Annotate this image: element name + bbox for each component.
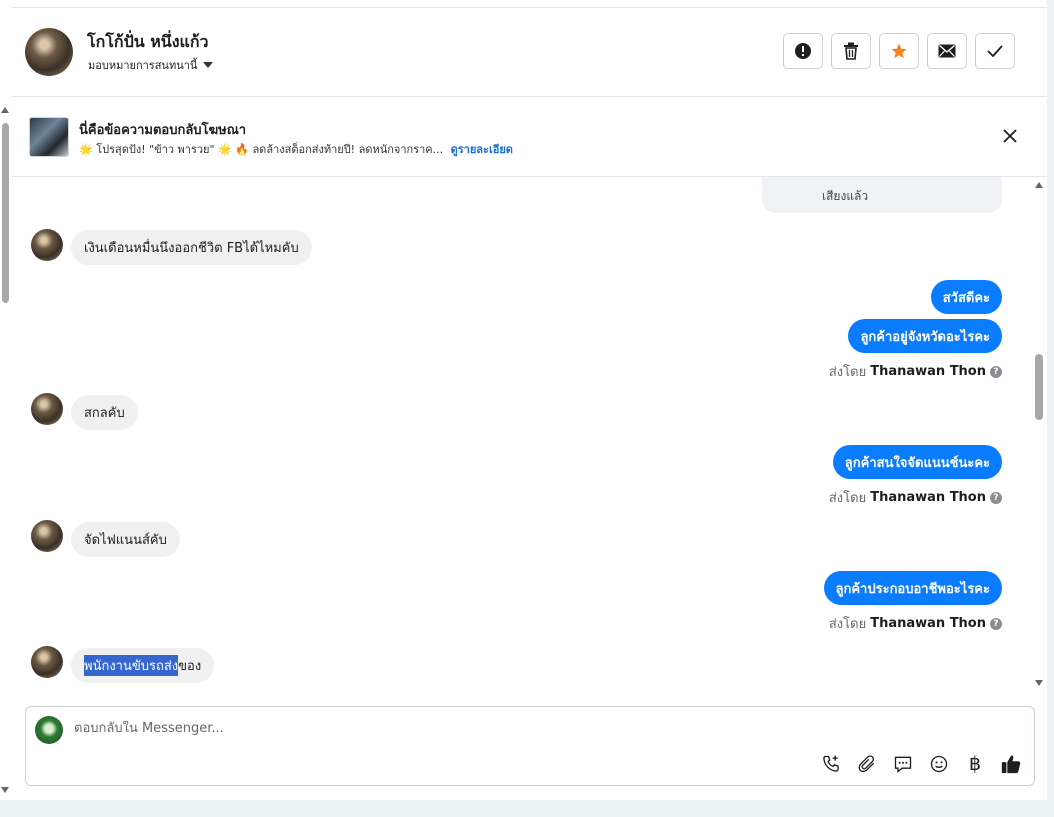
- like-button[interactable]: [1000, 753, 1022, 775]
- reply-input[interactable]: [74, 721, 674, 736]
- message-scrollbar-thumb[interactable]: [1035, 354, 1043, 420]
- spam-icon: [795, 43, 811, 59]
- contact-name[interactable]: โกโก้ปั่น หนึ่งแก้ว: [87, 30, 209, 55]
- sent-by-prefix: ส่งโดย: [828, 365, 867, 380]
- incoming-message: เงินเดือนหมื่นนึงออกชีวิต FBได้ไหมคับ: [71, 230, 312, 265]
- contact-avatar-small: [31, 646, 63, 678]
- scroll-down-icon[interactable]: [1, 787, 9, 793]
- scroll-down-icon[interactable]: [1035, 680, 1043, 686]
- assign-dropdown[interactable]: มอบหมายการสนทนานี้: [88, 56, 214, 74]
- outgoing-message: ลูกค้าสนใจจัดแนนช์นะคะ: [832, 445, 1002, 479]
- top-strip: [12, 0, 1047, 8]
- baht-icon: ฿: [968, 753, 982, 775]
- sent-by-name: Thanawan Thon: [870, 490, 986, 505]
- close-banner-button[interactable]: [1001, 127, 1019, 145]
- caret-down-icon: [203, 62, 214, 68]
- sent-by-label: ส่งโดย Thanawan Thon ?: [829, 487, 1002, 508]
- ad-description: 🌟 โปรสุดปัง! "ข้าว พารวย" 🌟 🔥 ลดล้างสต็อ…: [79, 140, 513, 158]
- contact-avatar-small: [31, 393, 63, 425]
- selected-text: พนักงานขับรถส่ง: [84, 655, 179, 676]
- outgoing-message: ลูกค้าอยู่จังหวัดอะไรคะ: [848, 319, 1002, 353]
- outgoing-message: สวัสดีคะ: [930, 280, 1002, 314]
- ad-description-text: 🌟 โปรสุดปัง! "ข้าว พารวย" 🌟 🔥 ลดล้างสต็อ…: [79, 143, 444, 156]
- envelope-icon: [938, 44, 956, 58]
- ad-reply-banner: นี่คือข้อความตอบกลับโฆษณา 🌟 โปรสุดปัง! "…: [12, 97, 1047, 177]
- scroll-up-icon[interactable]: [1, 107, 9, 113]
- message-text: ของ: [178, 659, 202, 674]
- previous-message-text: เสียงแล้ว: [822, 189, 869, 203]
- call-button[interactable]: [820, 753, 842, 775]
- sent-by-name: Thanawan Thon: [870, 364, 986, 379]
- page-scrollbar[interactable]: [0, 103, 10, 800]
- ad-details-link[interactable]: ดูรายละเอียด: [451, 143, 513, 156]
- previous-message-bubble: เสียงแล้ว: [762, 177, 1002, 213]
- star-button[interactable]: [879, 33, 919, 69]
- header-actions: [783, 33, 1015, 69]
- contact-avatar-small: [31, 520, 63, 552]
- conversation-panel: โกโก้ปั่น หนึ่งแก้ว มอบหมายการสนทนานี้ น…: [0, 0, 1047, 800]
- help-icon[interactable]: ?: [990, 365, 1002, 378]
- emoji-icon: [930, 755, 948, 773]
- mark-spam-button[interactable]: [783, 33, 823, 69]
- mark-unread-button[interactable]: [927, 33, 967, 69]
- composer-tools: ฿: [820, 753, 1022, 775]
- help-icon[interactable]: ?: [990, 617, 1002, 630]
- emoji-button[interactable]: [928, 753, 950, 775]
- check-icon: [987, 45, 1003, 57]
- saved-replies-button[interactable]: [892, 753, 914, 775]
- star-icon: [891, 43, 907, 59]
- ad-title: นี่คือข้อความตอบกลับโฆษณา: [79, 123, 247, 138]
- page-avatar: [35, 716, 63, 744]
- close-icon: [1003, 129, 1017, 143]
- help-icon[interactable]: ?: [990, 491, 1002, 504]
- incoming-message: พนักงานขับรถส่ง ของ: [71, 648, 215, 683]
- phone-plus-icon: [823, 755, 839, 772]
- chat-bubble-icon: [894, 756, 912, 773]
- sent-by-prefix: ส่งโดย: [828, 617, 867, 632]
- sent-by-label: ส่งโดย Thanawan Thon ?: [829, 361, 1002, 382]
- mark-done-button[interactable]: [975, 33, 1015, 69]
- reply-composer: ฿: [25, 706, 1035, 786]
- conversation-header: โกโก้ปั่น หนึ่งแก้ว มอบหมายการสนทนานี้: [12, 8, 1047, 97]
- contact-avatar[interactable]: [25, 28, 73, 76]
- sent-by-name: Thanawan Thon: [870, 616, 986, 631]
- incoming-message: จัดไฟแนนส์คับ: [71, 522, 180, 557]
- assign-label: มอบหมายการสนทนานี้: [88, 59, 198, 72]
- ad-thumbnail: [29, 117, 69, 157]
- paperclip-icon: [858, 755, 875, 773]
- sent-by-label: ส่งโดย Thanawan Thon ?: [829, 613, 1002, 634]
- scroll-up-icon[interactable]: [1035, 182, 1043, 188]
- message-scrollbar[interactable]: [1033, 180, 1045, 690]
- trash-icon: [844, 42, 858, 60]
- contact-avatar-small: [31, 229, 63, 261]
- thumbs-up-icon: [1001, 755, 1021, 774]
- sent-by-prefix: ส่งโดย: [828, 491, 867, 506]
- delete-button[interactable]: [831, 33, 871, 69]
- message-list: เสียงแล้ว เงินเดือนหมื่นนึงออกชีวิต FBได…: [12, 177, 1035, 695]
- attach-button[interactable]: [856, 753, 878, 775]
- page-scrollbar-thumb[interactable]: [2, 123, 9, 303]
- incoming-message: สกลคับ: [71, 395, 138, 430]
- outgoing-message: ลูกค้าประกอบอาชีพอะไรคะ: [823, 571, 1002, 605]
- payment-button[interactable]: ฿: [964, 753, 986, 775]
